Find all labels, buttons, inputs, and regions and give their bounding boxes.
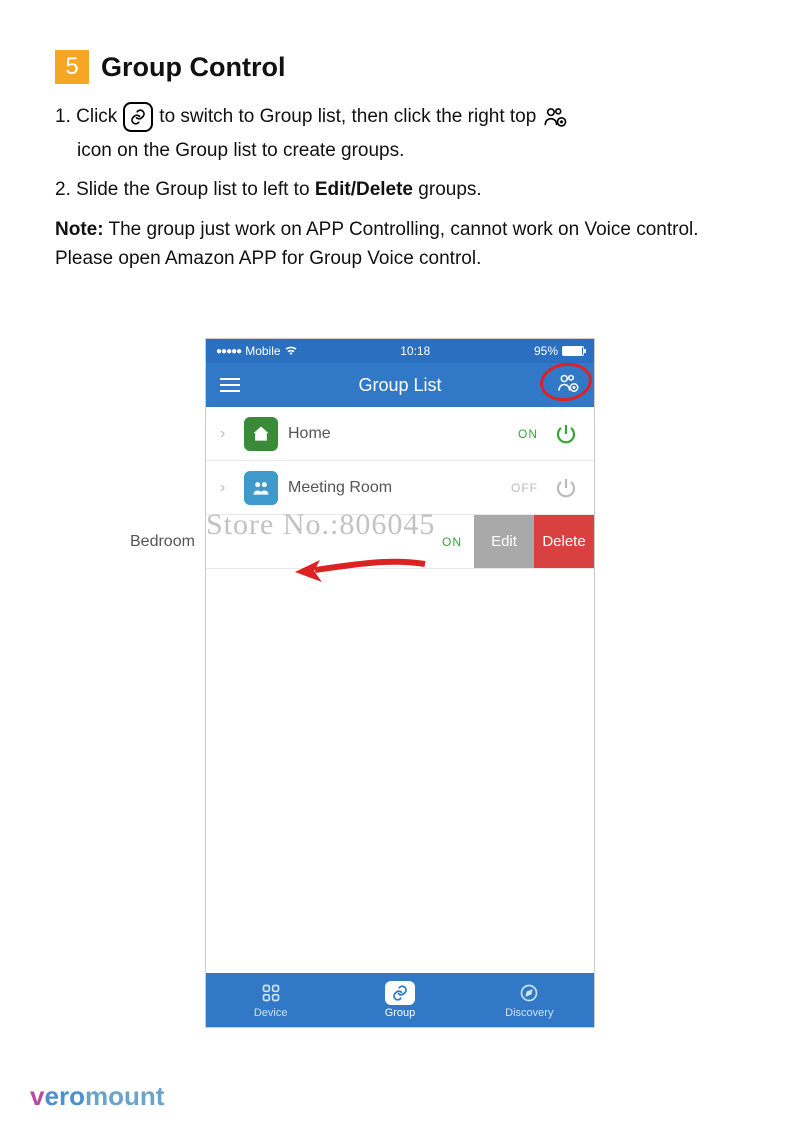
group-list: › Home ON › Meeting Room OFF Bedroom — [206, 407, 594, 569]
tab-group[interactable]: Group — [335, 973, 464, 1027]
power-icon[interactable] — [552, 420, 580, 448]
meeting-group-icon — [244, 471, 278, 505]
instr2-bold: Edit/Delete — [315, 179, 413, 200]
signal-dots-icon: ●●●●● — [216, 346, 241, 357]
phone-screenshot: ●●●●● Mobile 10:18 95% Group List › — [205, 338, 595, 1028]
tab-label: Group — [385, 1007, 416, 1019]
state-label: OFF — [511, 481, 538, 495]
section-header: 5 Group Control — [55, 50, 745, 84]
instr2-part-b: groups. — [413, 179, 482, 200]
instr1-part-c: icon on the Group list to create groups. — [77, 140, 404, 161]
chevron-right-icon: › — [220, 425, 234, 443]
instr1-part-b: to switch to Group list, then click the … — [159, 102, 536, 131]
status-time: 10:18 — [400, 344, 430, 358]
delete-button[interactable]: Delete — [534, 515, 594, 568]
tab-device[interactable]: Device — [206, 973, 335, 1027]
wifi-icon — [285, 345, 297, 358]
group-add-icon — [540, 102, 570, 132]
group-name: Home — [288, 425, 508, 443]
tab-label: Discovery — [505, 1007, 553, 1019]
step-number-badge: 5 — [55, 50, 89, 84]
power-icon[interactable] — [552, 474, 580, 502]
carrier-label: Mobile — [245, 344, 280, 358]
chevron-right-icon: › — [220, 479, 234, 497]
group-name: Bedroom — [130, 533, 432, 551]
group-name: Meeting Room — [288, 479, 501, 497]
navbar-title: Group List — [206, 375, 594, 396]
note-body: The group just work on APP Controlling, … — [55, 219, 699, 269]
veromount-logo: veromount — [30, 1081, 164, 1112]
note-block: Note: The group just work on APP Control… — [55, 215, 745, 274]
list-item-swiped[interactable]: Bedroom ON Edit Delete — [206, 515, 594, 569]
add-group-icon[interactable] — [556, 371, 580, 400]
battery-icon — [562, 346, 584, 356]
home-group-icon — [244, 417, 278, 451]
device-tab-icon — [261, 981, 281, 1005]
list-item[interactable]: › Meeting Room OFF — [206, 461, 594, 515]
section-title: Group Control — [101, 52, 285, 83]
app-navbar: Group List — [206, 363, 594, 407]
instruction-1: 1. Click to switch to Group list, then c… — [55, 102, 745, 165]
state-label: ON — [518, 427, 538, 441]
discovery-tab-icon — [519, 981, 539, 1005]
tab-discovery[interactable]: Discovery — [465, 973, 594, 1027]
state-label: ON — [442, 535, 462, 549]
instr2-part-a: 2. Slide the Group list to left to — [55, 179, 315, 200]
instruction-2: 2. Slide the Group list to left to Edit/… — [55, 175, 745, 204]
group-tab-icon — [385, 981, 415, 1005]
tab-label: Device — [254, 1007, 288, 1019]
list-item[interactable]: › Home ON — [206, 407, 594, 461]
battery-percent: 95% — [534, 344, 558, 358]
edit-button[interactable]: Edit — [474, 515, 534, 568]
instr1-part-a: 1. Click — [55, 102, 117, 131]
link-chain-icon — [123, 102, 153, 132]
note-label: Note: — [55, 219, 104, 240]
status-bar: ●●●●● Mobile 10:18 95% — [206, 339, 594, 363]
tab-bar: Device Group Discovery — [206, 973, 594, 1027]
